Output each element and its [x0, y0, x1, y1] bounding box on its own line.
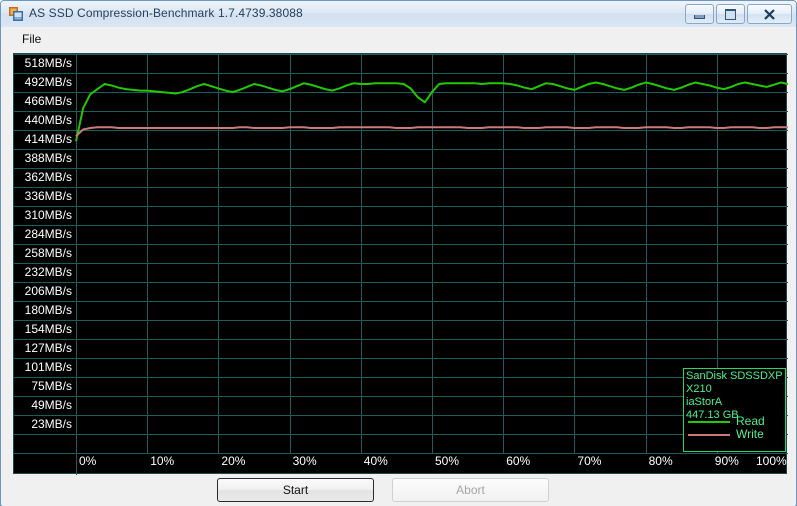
x-axis-tick: 60% [506, 454, 531, 468]
x-axis-tick: 10% [150, 454, 175, 468]
abort-button: Abort [392, 478, 549, 502]
legend-entry: Write [684, 427, 785, 441]
x-axis-tick: 80% [648, 454, 673, 468]
window-title: AS SSD Compression-Benchmark 1.7.4739.38… [29, 6, 303, 20]
legend-label: Read [736, 414, 765, 428]
window-controls [685, 4, 792, 24]
maximize-button[interactable] [716, 4, 745, 24]
legend-device-line1: SanDisk SDSSDXP [686, 370, 783, 382]
legend-color-swatch [688, 421, 730, 423]
x-axis-tick: 30% [292, 454, 317, 468]
menu-bar: File [2, 27, 795, 49]
legend-color-swatch [688, 434, 730, 436]
x-axis-tick: 70% [577, 454, 602, 468]
close-button[interactable] [747, 4, 792, 24]
x-axis-labels: 0% 10% 20% 30% 40% 50% 60% 70% 80% 90% 100% [14, 54, 788, 475]
start-button[interactable]: Start [217, 478, 374, 502]
x-axis-tick: 100% [756, 454, 787, 468]
close-icon [748, 5, 791, 23]
minimize-button[interactable] [685, 4, 714, 24]
legend-driver: iaStorA [686, 396, 723, 408]
minimize-icon [686, 5, 713, 23]
legend-label: Write [736, 427, 764, 441]
title-bar: AS SSD Compression-Benchmark 1.7.4739.38… [1, 1, 796, 27]
x-axis-tick: 20% [221, 454, 246, 468]
benchmark-chart: 518MB/s 492MB/s 466MB/s 440MB/s 414MB/s 388MB… [13, 53, 788, 475]
x-axis-tick: 40% [363, 454, 388, 468]
button-row: Start Abort [1, 478, 796, 504]
menu-item-file[interactable]: File [16, 30, 47, 48]
x-axis-tick: 50% [435, 454, 460, 468]
legend-device-line2: X210 [686, 383, 712, 395]
app-window: AS SSD Compression-Benchmark 1.7.4739.38… [0, 0, 797, 506]
x-axis-tick: 0% [79, 454, 97, 468]
chart-legend: SanDisk SDSSDXP X210 iaStorA 447.13 GB R… [683, 368, 786, 452]
app-icon [9, 7, 23, 21]
maximize-icon [717, 5, 744, 23]
legend-entry: Read [684, 414, 785, 428]
x-axis-tick: 90% [714, 454, 739, 468]
legend-entries: Read Write [684, 414, 785, 441]
